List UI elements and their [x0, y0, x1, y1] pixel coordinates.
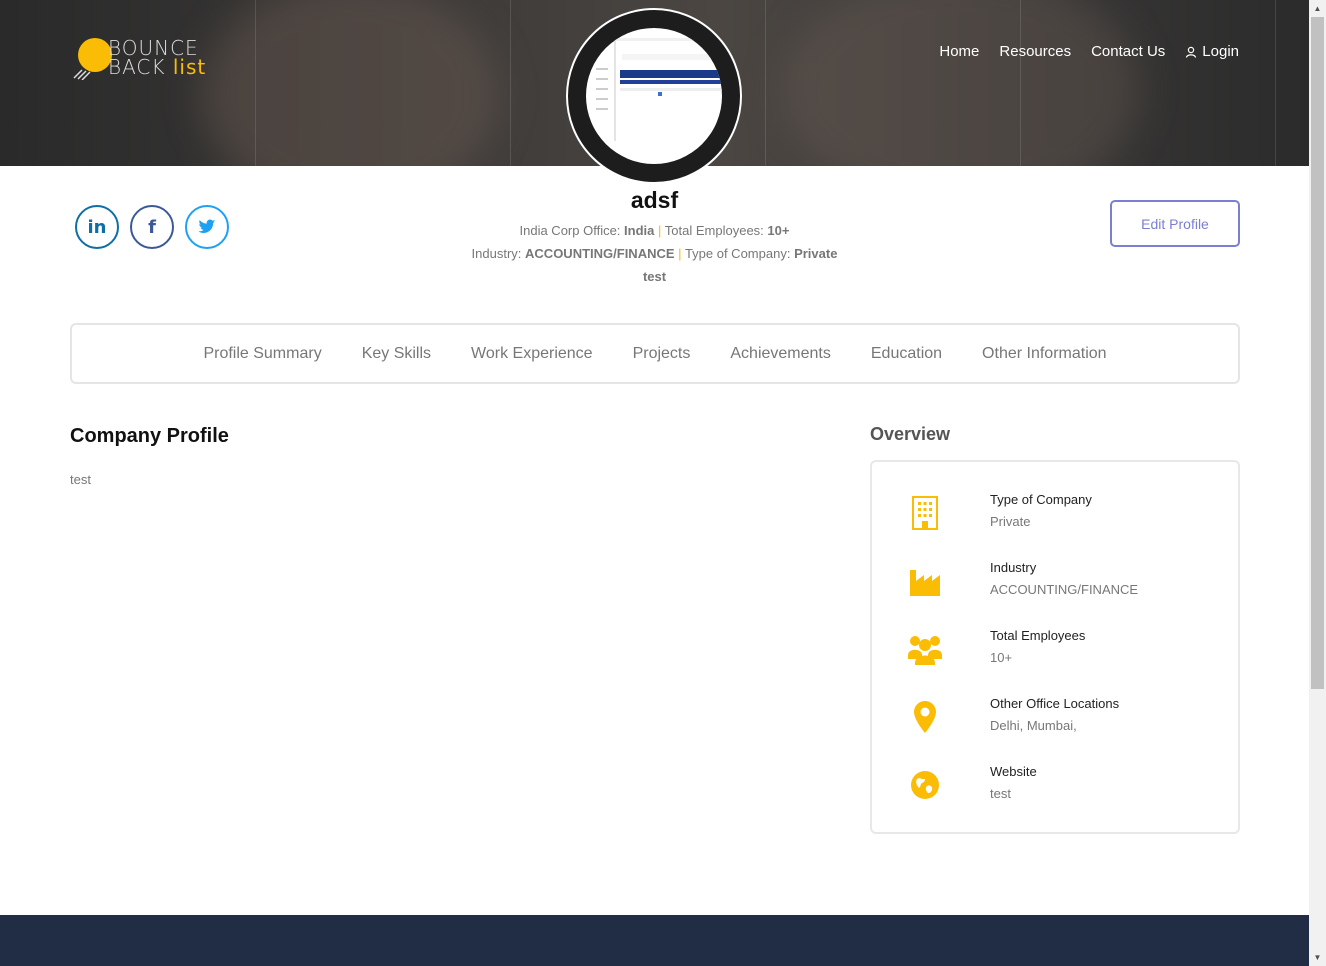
company-tagline: test — [642, 269, 667, 284]
overview-item: Total Employees 10+ — [908, 628, 1228, 678]
company-profile-heading: Company Profile — [70, 425, 229, 447]
overview-item: Type of Company Private — [908, 492, 1228, 542]
profile-tabs: Profile Summary Key Skills Work Experien… — [70, 323, 1240, 384]
tab-education[interactable]: Education — [871, 345, 942, 363]
tab-achievements[interactable]: Achievements — [730, 345, 831, 363]
overview-heading: Overview — [870, 424, 951, 444]
nav-login-label: Login — [1202, 43, 1239, 60]
scrollbar-thumb[interactable] — [1311, 17, 1324, 689]
company-avatar — [566, 8, 742, 184]
avatar-screenshot-thumbnail — [586, 28, 722, 164]
globe-icon — [908, 766, 942, 804]
overview-value[interactable]: test — [990, 786, 1011, 801]
tab-other-information[interactable]: Other Information — [982, 345, 1107, 363]
nav-resources[interactable]: Resources — [999, 43, 1071, 60]
overview-label: Website — [990, 764, 1037, 779]
logo-text-bottom: BACK list — [108, 55, 207, 79]
overview-value: Delhi, Mumbai, — [990, 718, 1077, 733]
overview-item: Website test — [908, 764, 1228, 814]
overview-card: Type of Company Private Industry ACCOUNT… — [870, 460, 1240, 834]
scroll-down-arrow-icon[interactable]: ▼ — [1309, 949, 1326, 966]
overview-label: Total Employees — [990, 628, 1086, 643]
nav-contact-us[interactable]: Contact Us — [1091, 43, 1165, 60]
tab-work-experience[interactable]: Work Experience — [471, 345, 593, 363]
overview-item: Other Office Locations Delhi, Mumbai, — [908, 696, 1228, 746]
scroll-up-arrow-icon[interactable]: ▲ — [1309, 0, 1326, 17]
overview-label: Type of Company — [990, 492, 1092, 507]
factory-icon — [908, 562, 942, 600]
overview-item: Industry ACCOUNTING/FINANCE — [908, 560, 1228, 610]
tab-projects[interactable]: Projects — [633, 345, 691, 363]
tab-key-skills[interactable]: Key Skills — [362, 345, 431, 363]
overview-label: Other Office Locations — [990, 696, 1120, 711]
industry-type-line: Industry: ACCOUNTING/FINANCE | Type of C… — [471, 246, 838, 261]
overview-label: Industry — [990, 560, 1037, 575]
motion-lines-icon — [73, 69, 91, 80]
location-pin-icon — [908, 698, 942, 736]
brand-logo[interactable]: BOUNCE BACK list — [72, 34, 212, 82]
user-icon — [1186, 46, 1197, 58]
site-footer — [0, 915, 1309, 966]
nav-login[interactable]: Login — [1185, 43, 1239, 60]
overview-value: Private — [990, 514, 1031, 529]
edit-profile-button[interactable]: Edit Profile — [1110, 200, 1240, 247]
overview-value: ACCOUNTING/FINANCE — [990, 582, 1139, 597]
page-scrollbar[interactable]: ▲ ▼ — [1309, 0, 1326, 966]
group-icon — [908, 630, 942, 668]
main-nav: Home Resources Contact Us Login — [939, 43, 1239, 60]
building-icon — [908, 494, 942, 532]
overview-value: 10+ — [990, 650, 1013, 665]
tab-profile-summary[interactable]: Profile Summary — [203, 345, 321, 363]
nav-home[interactable]: Home — [939, 43, 979, 60]
company-profile-text: test — [70, 472, 91, 487]
